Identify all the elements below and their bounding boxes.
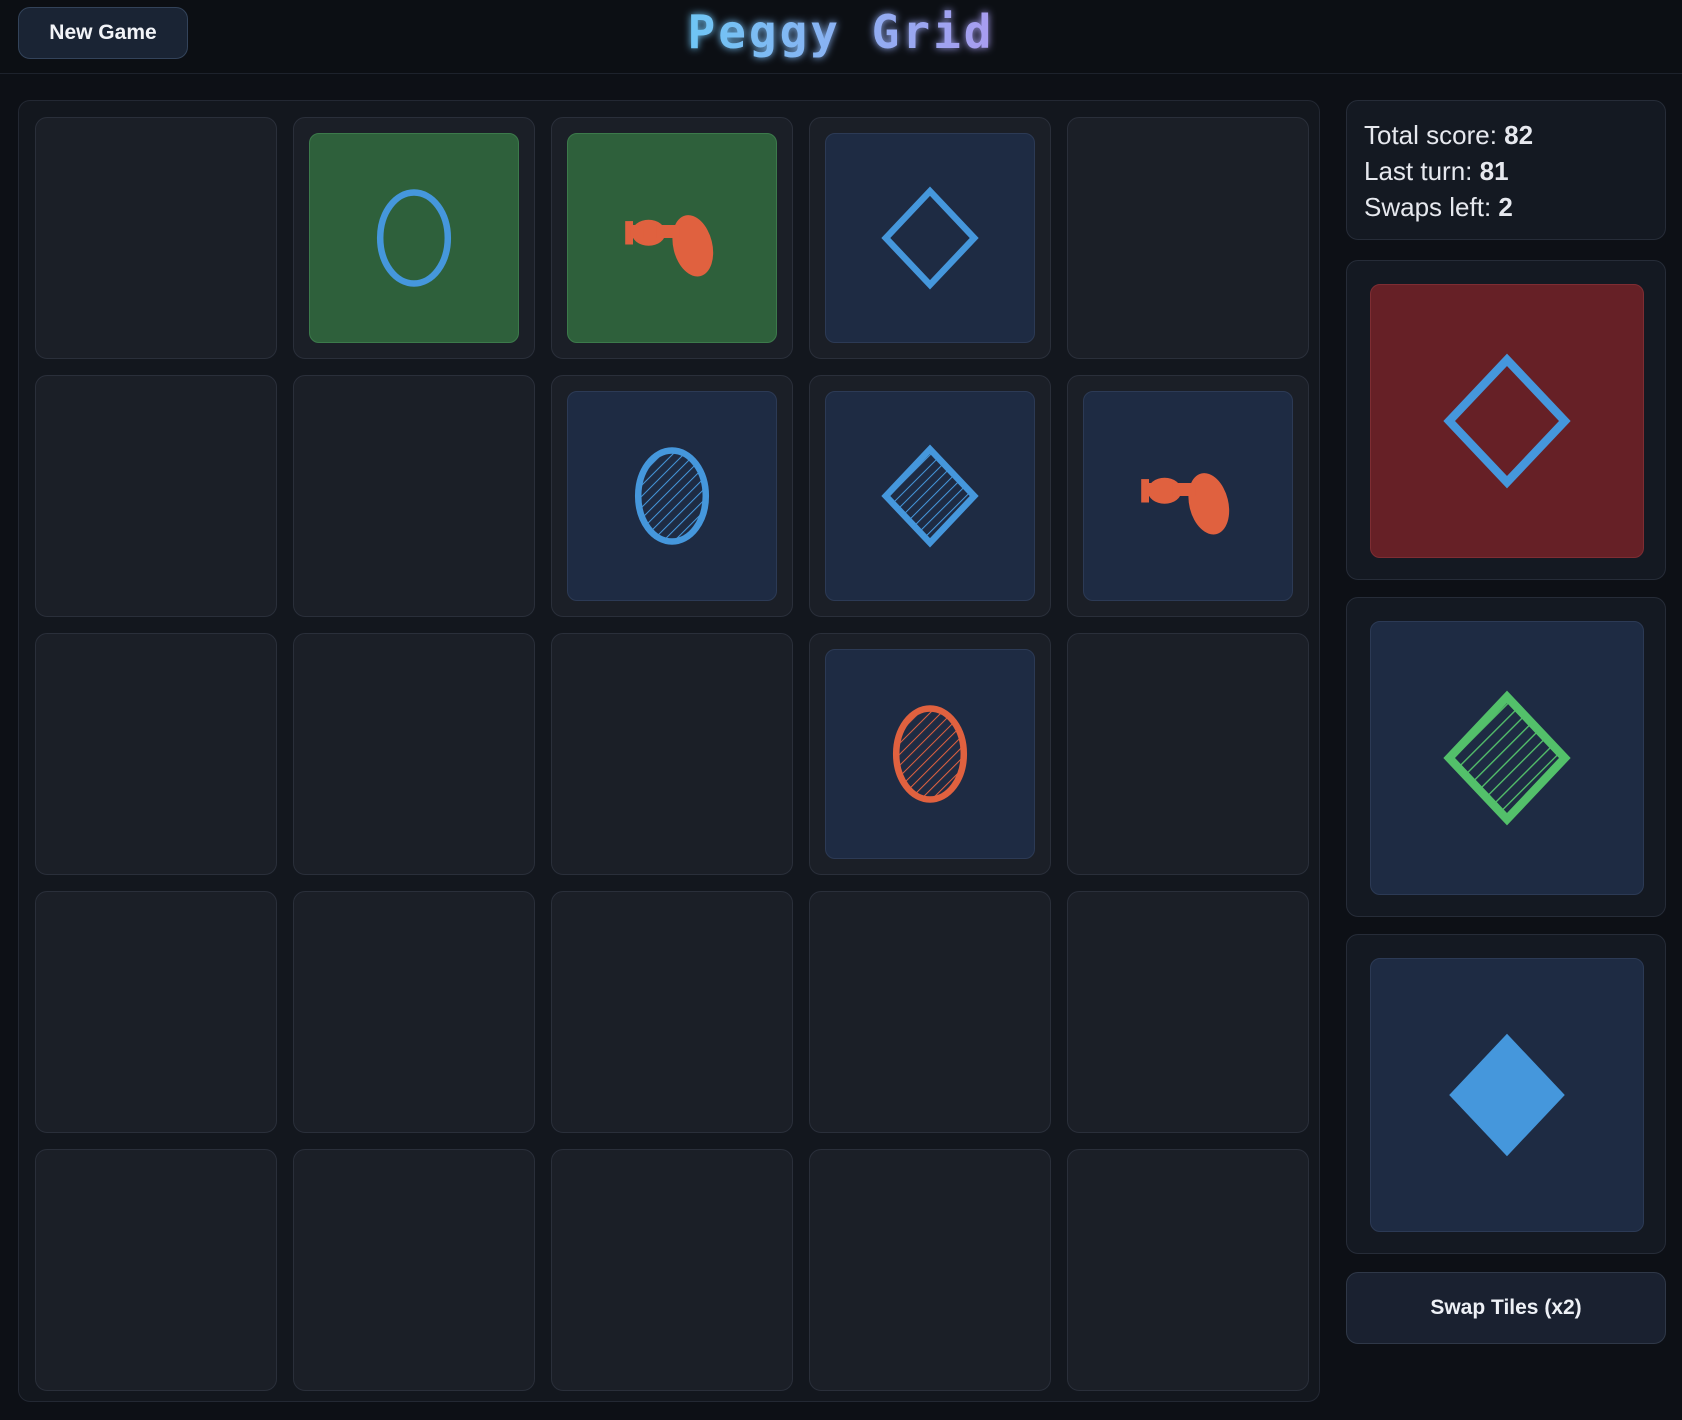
board-cell[interactable]	[809, 891, 1051, 1133]
hand-slot[interactable]	[1346, 597, 1666, 917]
placed-tile	[309, 133, 519, 343]
board-cell[interactable]	[1067, 375, 1309, 617]
board-cell[interactable]	[551, 1149, 793, 1391]
placed-tile	[825, 649, 1035, 859]
top-bar: New Game Peggy Grid	[0, 0, 1682, 74]
diamond-icon	[881, 186, 979, 290]
hand-tile[interactable]	[1370, 958, 1644, 1232]
oval-icon	[634, 447, 710, 545]
peanut-icon	[1141, 473, 1230, 535]
board-cell[interactable]	[1067, 1149, 1309, 1391]
diamond-icon	[1443, 690, 1571, 826]
board-cell[interactable]	[551, 633, 793, 875]
placed-tile	[567, 133, 777, 343]
hand-slot[interactable]	[1346, 934, 1666, 1254]
board-cell[interactable]	[809, 375, 1051, 617]
board-cell[interactable]	[809, 633, 1051, 875]
board-cell[interactable]	[35, 891, 277, 1133]
board-cell[interactable]	[293, 891, 535, 1133]
diamond-icon	[1449, 1033, 1565, 1157]
diamond-icon	[881, 444, 979, 548]
score-panel: Total score: 82 Last turn: 81 Swaps left…	[1346, 100, 1666, 240]
board-cell[interactable]	[1067, 633, 1309, 875]
swaps-left-value: 2	[1498, 192, 1513, 222]
board-cell[interactable]	[551, 891, 793, 1133]
total-score: Total score: 82	[1364, 120, 1534, 150]
hand-slot[interactable]	[1346, 260, 1666, 580]
game-board	[18, 100, 1320, 1402]
board-cell[interactable]	[551, 117, 793, 359]
placed-tile	[1083, 391, 1293, 601]
board-cell[interactable]	[809, 1149, 1051, 1391]
oval-icon	[376, 189, 452, 287]
last-turn-value: 81	[1479, 156, 1509, 186]
board-cell[interactable]	[293, 375, 535, 617]
board-cell[interactable]	[1067, 117, 1309, 359]
oval-icon	[892, 705, 968, 803]
total-score-value: 82	[1504, 120, 1534, 150]
last-turn: Last turn: 81	[1364, 156, 1509, 186]
board-cell[interactable]	[293, 117, 535, 359]
board-cell[interactable]	[293, 1149, 535, 1391]
selected-hand-tile[interactable]	[1370, 284, 1644, 558]
new-game-button[interactable]: New Game	[18, 7, 188, 59]
placed-tile	[567, 391, 777, 601]
hand-tile[interactable]	[1370, 621, 1644, 895]
peanut-icon	[625, 215, 714, 277]
board-cell[interactable]	[35, 117, 277, 359]
title-graphic: Peggy Grid	[688, 5, 995, 59]
placed-tile	[825, 133, 1035, 343]
board-cell[interactable]	[1067, 891, 1309, 1133]
board-cell[interactable]	[551, 375, 793, 617]
board-cell[interactable]	[35, 1149, 277, 1391]
board-cell[interactable]	[293, 633, 535, 875]
page-title: Peggy Grid	[600, 2, 1082, 66]
swap-tiles-button[interactable]: Swap Tiles (x2)	[1346, 1272, 1666, 1344]
board-cell[interactable]	[35, 375, 277, 617]
board-cell[interactable]	[35, 633, 277, 875]
title-text: Peggy Grid	[688, 5, 995, 59]
swaps-left: Swaps left: 2	[1364, 192, 1513, 222]
placed-tile	[825, 391, 1035, 601]
diamond-icon	[1443, 353, 1571, 489]
board-cell[interactable]	[809, 117, 1051, 359]
